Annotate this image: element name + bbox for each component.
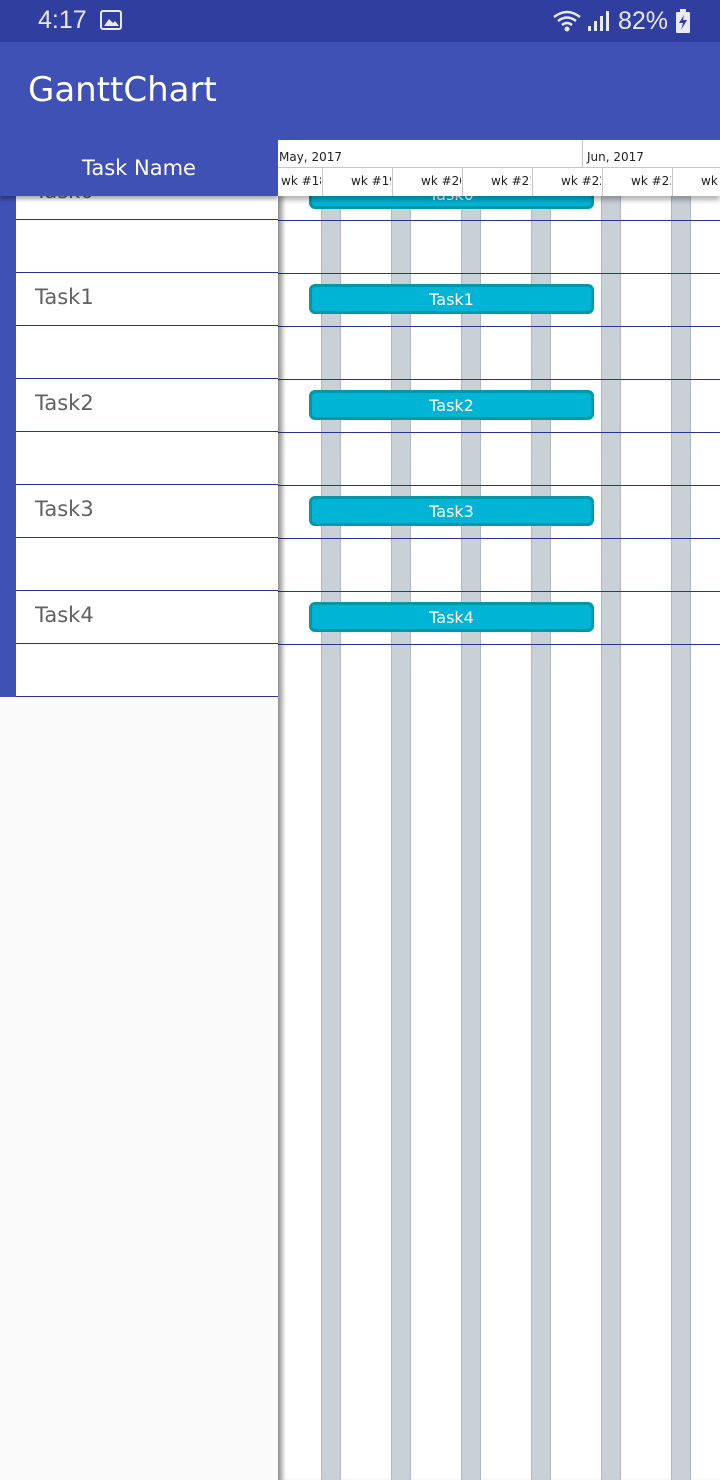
week-divider	[602, 168, 603, 196]
app-title: GanttChart	[28, 70, 217, 110]
week-divider	[322, 168, 323, 196]
task-row[interactable]: Task3	[16, 485, 278, 538]
task-bar[interactable]: Task4	[309, 602, 594, 632]
month-label: Jun, 2017	[587, 150, 644, 164]
task-label: Task4	[35, 603, 94, 627]
month-divider	[582, 140, 583, 168]
task-rows: Task0 Task1 Task2 Task3 Task4	[16, 167, 278, 697]
week-divider	[672, 168, 673, 196]
week-divider	[532, 168, 533, 196]
task-row-spacer	[16, 432, 278, 485]
weekend-column	[321, 196, 341, 1480]
week-label: wk #22	[561, 174, 601, 188]
task-list-stripe	[0, 196, 16, 697]
row-divider	[278, 220, 720, 221]
week-label: wk #18	[281, 174, 321, 188]
row-divider	[278, 326, 720, 327]
weekend-column	[531, 196, 551, 1480]
status-time: 4:17	[38, 6, 87, 34]
row-divider	[278, 273, 720, 274]
week-label: wk #20	[421, 174, 461, 188]
weekend-column	[671, 196, 691, 1480]
task-row[interactable]: Task2	[16, 379, 278, 432]
task-list-panel[interactable]: Task Name Task0 Task1 Task2 Task3 Task4	[0, 140, 278, 697]
task-bar[interactable]: Task3	[309, 496, 594, 526]
month-header-row: May, 2017 Jun, 2017	[278, 140, 720, 168]
row-divider	[278, 591, 720, 592]
task-row-spacer	[16, 644, 278, 697]
app-bar: GanttChart	[0, 42, 720, 140]
task-row-spacer	[16, 220, 278, 273]
timeline-edge-shadow	[278, 196, 286, 1480]
month-label: May, 2017	[279, 150, 342, 164]
row-divider	[278, 485, 720, 486]
week-label: wk #21	[491, 174, 531, 188]
task-label: Task1	[35, 285, 94, 309]
week-label: wk #24	[701, 174, 720, 188]
task-label: Task3	[35, 497, 94, 521]
task-name-header: Task Name	[0, 140, 278, 196]
battery-charging-icon	[676, 9, 690, 33]
signal-icon	[587, 11, 609, 31]
task-bar[interactable]: Task2	[309, 390, 594, 420]
task-row-spacer	[16, 326, 278, 379]
week-label: wk #19	[351, 174, 391, 188]
task-row-spacer	[16, 538, 278, 591]
task-row[interactable]: Task1	[16, 273, 278, 326]
wifi-icon	[553, 10, 581, 32]
row-divider	[278, 432, 720, 433]
row-divider	[278, 379, 720, 380]
week-header-row: wk #18 wk #19 wk #20 wk #21 wk #22 wk #2…	[278, 168, 720, 196]
weekend-column	[601, 196, 621, 1480]
week-label: wk #23	[631, 174, 671, 188]
battery-percentage: 82%	[617, 6, 668, 35]
task-label: Task2	[35, 391, 94, 415]
row-divider	[278, 538, 720, 539]
row-divider	[278, 644, 720, 645]
gantt-timeline[interactable]: May, 2017 Jun, 2017 wk #18 wk #19 wk #20…	[278, 140, 720, 1480]
weekend-column	[391, 196, 411, 1480]
task-list-empty-area	[0, 697, 278, 1480]
week-divider	[462, 168, 463, 196]
week-divider	[392, 168, 393, 196]
status-bar: 4:17 82%	[0, 0, 720, 42]
weekend-column	[461, 196, 481, 1480]
task-bar[interactable]: Task1	[309, 284, 594, 314]
gallery-icon	[100, 10, 122, 30]
task-row[interactable]: Task4	[16, 591, 278, 644]
